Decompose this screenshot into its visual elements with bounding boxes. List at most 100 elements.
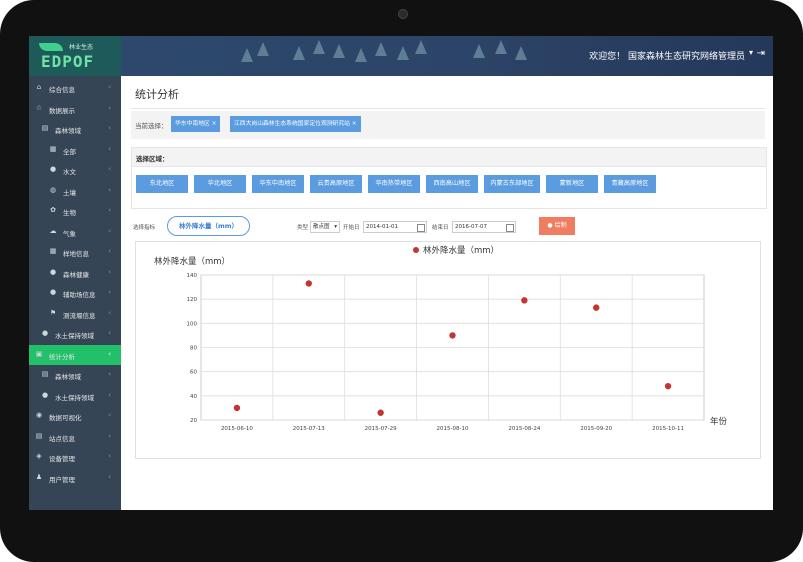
sidebar-item[interactable]: ✿ 生物 ‹ xyxy=(29,201,121,221)
chevron-left-icon: ‹ xyxy=(108,83,111,91)
sidebar-item[interactable]: ● 水文 ‹ xyxy=(29,160,121,180)
sidebar-item[interactable]: ♟ 用户管理 ‹ xyxy=(29,468,121,488)
region-panel: 选择区域： 东北地区 华北地区 华东中南地区 云贵高原地区 华南热带地区 西南高… xyxy=(131,147,767,209)
sidebar-item-label: 森林领域 xyxy=(55,373,81,381)
tree-icon xyxy=(333,44,345,58)
sidebar-item[interactable]: ▤ 站点信息 ‹ xyxy=(29,427,121,447)
eye-icon: ◉ xyxy=(35,411,43,419)
list-icon: ▤ xyxy=(41,370,49,378)
sidebar-item-label: 数据可视化 xyxy=(49,414,82,422)
list-icon: ▤ xyxy=(35,431,43,440)
region-button-north[interactable]: 华北地区 xyxy=(194,175,246,193)
region-button-east-central[interactable]: 华东中南地区 xyxy=(252,175,304,193)
sidebar-item[interactable]: ● 水土保持领域 ‹ xyxy=(29,386,121,406)
legend-label: 林外降水量（mm） xyxy=(423,245,499,256)
x-tick-label: 2015-08-10 xyxy=(437,426,469,432)
sidebar-item[interactable]: ☁ 气象 ‹ xyxy=(29,222,121,242)
logout-icon[interactable]: ⇥ xyxy=(757,48,765,59)
chevron-down-icon[interactable]: ▾ xyxy=(749,48,753,57)
region-button-qingzang[interactable]: 青藏高原地区 xyxy=(604,175,656,193)
selected-region-tag[interactable]: 华东中南地区 × xyxy=(171,116,221,132)
region-button-southwest[interactable]: 西南高山地区 xyxy=(426,175,478,193)
sidebar-item-label: 全部 xyxy=(63,147,76,156)
chart-panel: 20 40 60 80 100 120 140 2015-06-10 2015-07-13 201… xyxy=(135,241,761,459)
trees-decoration xyxy=(229,36,549,76)
sidebar-item-label: 生物 xyxy=(63,209,76,217)
sidebar-item[interactable]: ▤ 森林领域 ‹ xyxy=(29,119,121,139)
calendar-icon[interactable] xyxy=(506,224,514,232)
dot-icon: ● xyxy=(49,165,57,173)
tree-icon xyxy=(313,40,325,54)
sidebar-item-label: 水土保持领域 xyxy=(55,332,94,340)
sidebar-item[interactable]: ▣ 统计分析 ‹ xyxy=(29,344,121,365)
legend-marker xyxy=(413,247,419,253)
chevron-left-icon: ‹ xyxy=(108,349,111,358)
sidebar-item[interactable]: ◍ 土壤 ‹ xyxy=(29,181,121,201)
tree-icon xyxy=(473,44,485,58)
x-tick-label: 2015-08-24 xyxy=(508,426,540,432)
region-button-mengxin[interactable]: 蒙新地区 xyxy=(546,175,598,193)
end-date-input[interactable]: 2016-07-07 xyxy=(452,221,516,233)
x-tick-label: 2015-06-10 xyxy=(221,426,253,432)
dot-icon: ● xyxy=(41,390,49,399)
sidebar-item[interactable]: ◈ 设备管理 ‹ xyxy=(29,447,121,467)
chevron-down-icon: ▾ xyxy=(334,224,337,230)
scatter-chart: 20 40 60 80 100 120 140 2015-06-10 2015-07-13 201… xyxy=(154,245,728,432)
main-content: 统计分析 当前选择： 华东中南地区 × 江西大岗山森林生态系统国家定位观测研究站… xyxy=(121,76,773,510)
tree-icon xyxy=(355,48,367,62)
tree-icon xyxy=(515,46,527,60)
chevron-left-icon: ‹ xyxy=(108,103,111,112)
logo[interactable]: 林业生态 EDPOF xyxy=(29,36,121,76)
start-date-input[interactable]: 2014-01-01 xyxy=(363,221,427,233)
sidebar-item[interactable]: ● 森林健康 ‹ xyxy=(29,263,121,283)
indicator-label: 选择指标 xyxy=(133,225,156,231)
sidebar-item-label: 辅助场信息 xyxy=(63,291,96,299)
tree-icon xyxy=(397,46,409,60)
tablet-frame: 林业生态 EDPOF 欢迎您！ 国家森林生态研究网络管理员 ▾ ⇥ ⌂ 综合信息… xyxy=(0,0,803,562)
camera-dot xyxy=(398,9,408,19)
start-date-value: 2014-01-01 xyxy=(366,224,398,230)
chevron-left-icon: ‹ xyxy=(108,452,111,460)
region-button-yungui[interactable]: 云贵高原地区 xyxy=(310,175,362,193)
logo-text: EDPOF xyxy=(41,52,95,71)
chevron-left-icon: ‹ xyxy=(108,308,111,317)
x-tick-label: 2015-07-13 xyxy=(293,426,325,432)
grid-icon: ▦ xyxy=(49,247,57,255)
sidebar-item-label: 水文 xyxy=(63,168,76,176)
dot-icon: ● xyxy=(41,329,49,337)
sidebar-item-label: 森林健康 xyxy=(63,270,89,279)
divider xyxy=(131,108,765,109)
sidebar-item[interactable]: ☆ 数据展示 ‹ xyxy=(29,99,121,119)
indicator-pill[interactable]: 林外降水量（mm） xyxy=(167,216,250,236)
sidebar-item[interactable]: ● 辅助场信息 ‹ xyxy=(29,283,121,303)
flag-icon: ⚑ xyxy=(49,308,57,317)
welcome-text[interactable]: 欢迎您！ 国家森林生态研究网络管理员 xyxy=(589,49,745,62)
region-button-inner-mongolia[interactable]: 内蒙古东部地区 xyxy=(484,175,540,193)
sidebar-item[interactable]: ◉ 数据可视化 ‹ xyxy=(29,406,121,426)
data-point xyxy=(305,280,312,287)
calendar-icon[interactable] xyxy=(417,224,425,232)
y-tick-label: 60 xyxy=(190,370,197,376)
chevron-left-icon: ‹ xyxy=(108,144,111,153)
sidebar-item-label: 设备管理 xyxy=(49,455,75,463)
end-date-value: 2016-07-07 xyxy=(455,224,487,230)
sidebar-item[interactable]: ● 水土保持领域 ‹ xyxy=(29,324,121,344)
selected-station-tag[interactable]: 江西大岗山森林生态系统国家定位观测研究站 × xyxy=(230,116,361,132)
sidebar-item[interactable]: ⚑ 测流堰信息 ‹ xyxy=(29,304,121,324)
sidebar-item[interactable]: ▤ 森林领域 ‹ xyxy=(29,365,121,385)
tree-icon xyxy=(415,40,427,54)
chevron-left-icon: ‹ xyxy=(108,165,111,173)
x-axis-title: 年份 xyxy=(710,416,728,427)
region-button-south-tropical[interactable]: 华南热带地区 xyxy=(368,175,420,193)
start-date-label: 开始日 xyxy=(343,225,360,231)
region-button-northeast[interactable]: 东北地区 xyxy=(136,175,188,193)
chevron-left-icon: ‹ xyxy=(108,288,111,296)
type-select[interactable]: 散点图 ▾ xyxy=(310,221,340,233)
draw-button[interactable]: ● 绘制 xyxy=(539,217,575,235)
type-select-value: 散点图 xyxy=(313,224,330,230)
sidebar-item[interactable]: ▦ 样地信息 ‹ xyxy=(29,242,121,262)
sidebar-item[interactable]: ▦ 全部 ‹ xyxy=(29,140,121,160)
type-label: 类型 xyxy=(297,225,309,231)
sidebar-item[interactable]: ⌂ 综合信息 ‹ xyxy=(29,78,121,98)
sidebar-item-label: 水土保持领域 xyxy=(55,393,94,402)
